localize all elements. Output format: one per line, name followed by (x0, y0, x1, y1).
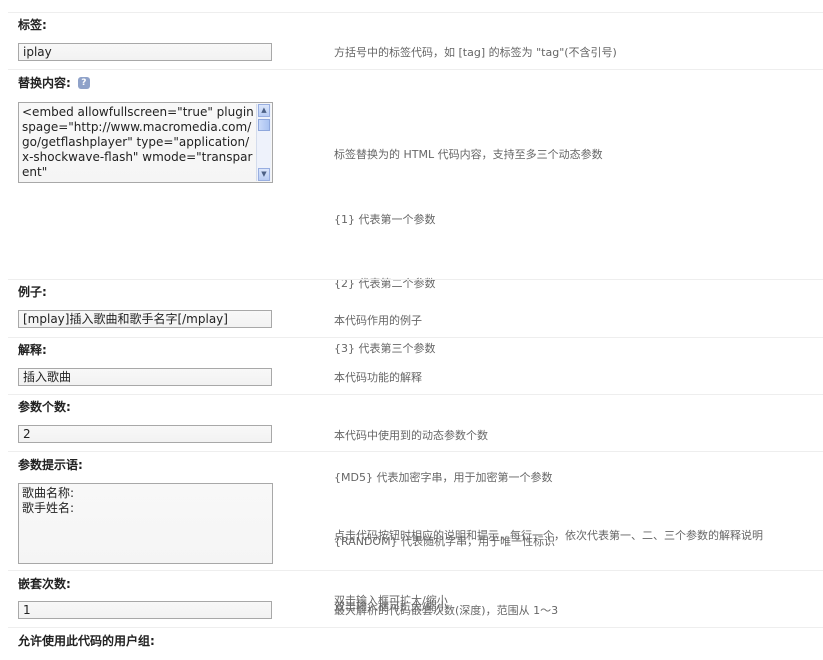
divider (8, 570, 823, 571)
example-label: 例子: (18, 285, 47, 299)
help-icon[interactable]: ? (77, 76, 90, 89)
scroll-down-icon[interactable]: ▼ (258, 168, 270, 181)
divider (8, 69, 823, 70)
nest-count-description: 最大解析的代码嵌套次数(深度)，范围从 1～3 (334, 604, 559, 617)
divider (8, 627, 823, 628)
replace-desc-line: {1} 代表第一个参数 (334, 212, 436, 226)
bbcode-edit-form: 标签: iplay 方括号中的标签代码，如 [tag] 的标签为 "tag"(不… (0, 0, 823, 648)
param-count-label: 参数个数: (18, 400, 71, 414)
explanation-label: 解释: (18, 343, 47, 357)
tag-description: 方括号中的标签代码，如 [tag] 的标签为 "tag"(不含引号) (334, 46, 617, 59)
param-count-input[interactable]: 2 (18, 425, 272, 443)
nest-count-label: 嵌套次数: (18, 577, 71, 591)
replace-desc-line (334, 402, 603, 424)
param-prompt-desc-line: 点击代码按钮时相应的说明和提示，每行一个，依次代表第一、二、三个参数的解释说明 (334, 529, 763, 542)
replace-label: 替换内容:? (18, 75, 90, 91)
explanation-input[interactable]: 插入歌曲 (18, 368, 272, 386)
divider (8, 279, 823, 280)
divider (8, 394, 823, 395)
divider (8, 451, 823, 452)
replace-textarea[interactable]: <embed allowfullscreen="true" pluginspag… (18, 102, 273, 183)
param-prompt-label: 参数提示语: (18, 458, 83, 472)
example-description: 本代码作用的例子 (334, 314, 422, 327)
param-prompt-description: 点击代码按钮时相应的说明和提示，每行一个，依次代表第一、二、三个参数的解释说明 … (334, 482, 763, 654)
replace-desc-line: 标签替换为的 HTML 代码内容，支持至多三个动态参数 (334, 148, 603, 161)
replace-textarea-text: <embed allowfullscreen="true" pluginspag… (22, 105, 254, 179)
tag-input[interactable]: iplay (18, 43, 272, 61)
scroll-up-icon[interactable]: ▲ (258, 104, 270, 117)
replace-desc-line: {2} 代表第二个参数 (334, 277, 436, 290)
divider (8, 12, 823, 13)
divider (8, 337, 823, 338)
replace-scrollbar[interactable]: ▲ ▼ (256, 104, 271, 181)
param-count-description: 本代码中使用到的动态参数个数 (334, 429, 488, 442)
explanation-description: 本代码功能的解释 (334, 371, 422, 384)
replace-label-text: 替换内容: (18, 76, 71, 90)
param-prompt-textarea[interactable]: 歌曲名称: 歌手姓名: (18, 483, 273, 564)
nest-count-input[interactable]: 1 (18, 601, 272, 619)
replace-desc-line: {3} 代表第三个参数 (334, 341, 436, 355)
tag-label: 标签: (18, 18, 47, 32)
example-input[interactable]: [mplay]插入歌曲和歌手名字[/mplay] (18, 310, 272, 328)
param-prompt-text: 歌曲名称: 歌手姓名: (22, 486, 75, 515)
scroll-thumb[interactable] (258, 119, 270, 131)
